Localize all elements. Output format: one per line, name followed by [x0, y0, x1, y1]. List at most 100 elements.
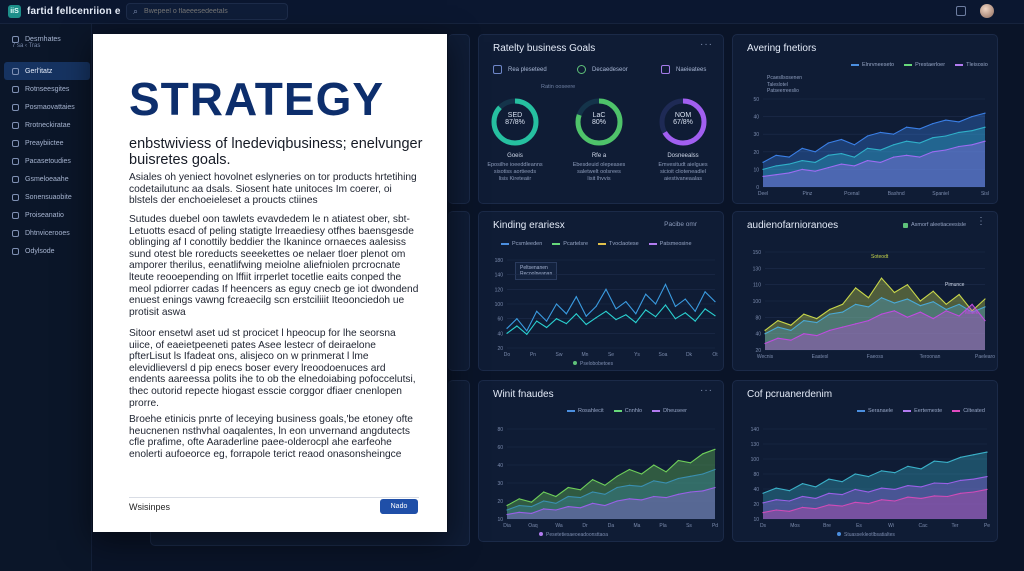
data-point [893, 310, 895, 312]
goals-mid-label: Ratin ooseere [541, 84, 576, 90]
winter-footer-label: Pesetetiesaeoeadoonsttaoa [546, 532, 608, 538]
legend-item[interactable]: Seranaele [857, 408, 893, 414]
legend-item[interactable]: Elnrvneeseto [851, 62, 894, 68]
legend-item[interactable]: Tvoclaotese [598, 241, 639, 247]
sidebar-item-11[interactable]: Odylsode [4, 242, 90, 260]
data-point [530, 512, 533, 514]
sidebar-item-9[interactable]: Proiseanatio [4, 206, 90, 224]
data-point [932, 151, 934, 153]
x-tick-label: Dr [582, 523, 588, 529]
legend-item[interactable]: Rosahlecit [567, 408, 604, 414]
legend-item[interactable]: Prestaerloer [904, 62, 945, 68]
x-tick-label: Dk [686, 352, 693, 358]
search-input[interactable] [144, 8, 275, 15]
legend-item[interactable]: Cilteated [952, 408, 985, 414]
goals-card-title: Ratelty business Goals [493, 43, 596, 54]
kinding-card-title: Kinding erariesx [493, 220, 565, 231]
search-box[interactable]: ⌕ [126, 3, 288, 20]
data-point [788, 500, 790, 502]
kpi-name-1: Goeis [507, 153, 523, 159]
kpi-value-3: NOM 67/8% [673, 112, 693, 126]
kinding-chart: 180 140 120 100 60 40 20Do Pn Sw Mn Se Ys Soa Dk Ot [495, 258, 719, 358]
legend-label: Seranaele [868, 408, 894, 414]
data-point [880, 313, 883, 315]
data-point [579, 507, 581, 509]
document-action-button[interactable]: Nado [380, 499, 418, 514]
kpi-icon [493, 65, 502, 74]
more-icon[interactable]: ··· [700, 385, 713, 396]
data-point [960, 492, 962, 494]
data-point [567, 506, 569, 508]
avatar[interactable] [980, 4, 994, 18]
more-icon[interactable]: ··· [700, 39, 713, 50]
legend-item[interactable]: Pcartelsre [552, 241, 588, 247]
notifications-icon[interactable] [956, 6, 966, 16]
brand[interactable]: iiS fartid fellcenriion e [8, 5, 121, 18]
data-point [714, 468, 716, 471]
legend-item[interactable]: Tleisosio [955, 62, 988, 68]
data-point [702, 490, 704, 492]
data-point [867, 476, 869, 478]
y-tick-label: 20 [753, 150, 759, 156]
sidebar-item-4[interactable]: Rrotneckiratae [4, 116, 90, 134]
data-point [775, 165, 777, 167]
sidebar-item-6[interactable]: Pacasetoudies [4, 152, 90, 170]
kpi-name-3: Dosneealss [667, 153, 699, 159]
data-point [653, 495, 655, 498]
data-point [894, 488, 896, 490]
data-point [855, 287, 857, 289]
data-point [945, 310, 947, 312]
data-point [546, 320, 548, 322]
kpi-header-1: Rea pleseteed [493, 65, 547, 74]
more-icon[interactable]: ⋮ [976, 216, 987, 227]
legend-item[interactable]: Eertemeste [903, 408, 942, 414]
data-point [585, 315, 587, 317]
data-point [906, 316, 908, 318]
sidebar-item-1[interactable]: Gerl'itatz [4, 62, 90, 80]
legend-item[interactable]: Cnnhlo [613, 408, 643, 414]
data-point [881, 487, 883, 489]
data-point [664, 304, 667, 306]
data-point [973, 454, 975, 456]
legend-label: Cnnhlo [624, 408, 643, 414]
data-point [853, 156, 855, 158]
legend-swatch [613, 410, 622, 412]
data-point [803, 313, 805, 315]
data-point [689, 475, 692, 477]
document-footer: Wsisinpes [129, 502, 171, 512]
data-point [920, 497, 922, 499]
data-point [840, 163, 842, 165]
kpi-header-label: Decaedeseor [592, 66, 628, 73]
data-point [801, 160, 803, 162]
data-point [945, 135, 947, 137]
sidebar-item-2[interactable]: Rotnseesgites [4, 80, 90, 98]
legend-item[interactable]: Dheuseer [652, 408, 687, 414]
data-point [518, 504, 520, 507]
data-point [595, 317, 597, 319]
data-point [518, 511, 520, 513]
data-point [790, 324, 792, 326]
data-point [867, 297, 870, 299]
audience-right-label: Asmorf aleetiaceesisle [911, 222, 967, 228]
dashboard-icon [12, 67, 19, 75]
kpi-icon [577, 65, 586, 74]
data-point [946, 461, 949, 463]
document-paragraph: Broehe etinicis pnrte of leceying busine… [129, 414, 413, 460]
data-point [906, 126, 908, 128]
sidebar-item-label: Gerl'itatz [25, 67, 53, 75]
legend-item[interactable]: Pcsmleeden [501, 241, 542, 247]
kpi-value-1: SED 87/8% [505, 112, 525, 126]
sidebar-item-3[interactable]: Posmaovattaies [4, 98, 90, 116]
legend-item[interactable]: Patsmeosine [648, 241, 692, 247]
sidebar-item-7[interactable]: Gsmeloeaahe [4, 170, 90, 188]
data-point [814, 170, 816, 172]
data-point [854, 473, 856, 475]
data-point [762, 492, 764, 494]
data-point [641, 485, 643, 487]
status-dot [539, 532, 543, 536]
sidebar-item-5[interactable]: Preaybiictee [4, 134, 90, 152]
data-point [971, 116, 973, 118]
sidebar-item-8[interactable]: Sonensuaobite [4, 188, 90, 206]
data-point [881, 470, 883, 472]
sidebar-item-10[interactable]: Dhtnvicerooes [4, 224, 90, 242]
